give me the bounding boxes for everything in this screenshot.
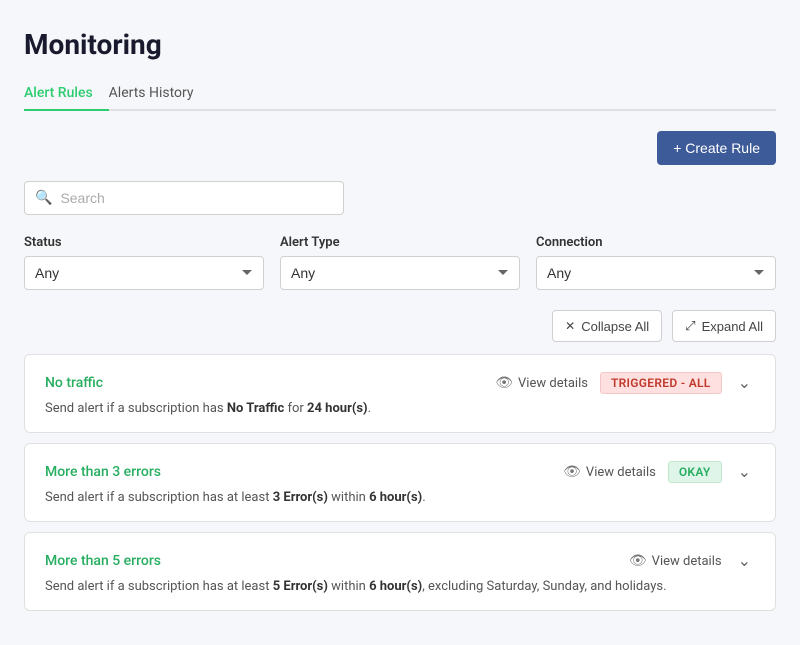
page-container: Monitoring Alert Rules Alerts History + …	[0, 0, 800, 645]
search-container: 🔍	[24, 181, 776, 215]
eye-icon-3: 👁	[629, 553, 647, 569]
alert-card-no-traffic: No traffic 👁 View details TRIGGERED - AL…	[24, 354, 776, 433]
chevron-down-button-5-errors[interactable]: ⌄	[734, 549, 755, 573]
filter-connection-group: Connection Any	[536, 235, 776, 290]
view-details-more-than-5[interactable]: 👁 View details	[629, 553, 722, 569]
chevron-down-button-3-errors[interactable]: ⌄	[734, 460, 755, 484]
filter-alert-type-group: Alert Type Any No Traffic Error Rate	[280, 235, 520, 290]
eye-icon-2: 👁	[563, 464, 581, 480]
collapse-all-label: Collapse All	[581, 319, 649, 334]
view-details-label-2: View details	[586, 465, 656, 480]
alert-list: No traffic 👁 View details TRIGGERED - AL…	[24, 354, 776, 621]
alert-title-more-than-5-errors[interactable]: More than 5 errors	[45, 553, 161, 569]
view-details-more-than-3[interactable]: 👁 View details	[563, 464, 656, 480]
filter-status-label: Status	[24, 235, 264, 250]
badge-okay: OKAY	[668, 461, 722, 483]
search-input-wrap: 🔍	[24, 181, 344, 215]
page-title: Monitoring	[24, 28, 776, 61]
alert-title-more-than-3-errors[interactable]: More than 3 errors	[45, 464, 161, 480]
expand-icon: ⤢	[685, 318, 695, 334]
toolbar: + Create Rule	[24, 131, 776, 165]
alert-desc-more-than-5-errors: Send alert if a subscription has at leas…	[45, 579, 755, 594]
alert-card-more-than-3-errors: More than 3 errors 👁 View details OKAY ⌄…	[24, 443, 776, 522]
alert-card-more-than-5-errors: More than 5 errors 👁 View details ⌄ Send…	[24, 532, 776, 611]
expand-all-button[interactable]: ⤢ Expand All	[672, 310, 776, 342]
alert-card-header-3: More than 5 errors 👁 View details ⌄	[45, 549, 755, 573]
alert-actions-2: 👁 View details OKAY ⌄	[563, 460, 755, 484]
filter-alert-type-label: Alert Type	[280, 235, 520, 250]
eye-icon: 👁	[495, 375, 513, 391]
tabs-container: Alert Rules Alerts History	[24, 77, 776, 111]
alert-title-no-traffic[interactable]: No traffic	[45, 375, 103, 391]
tab-alert-rules[interactable]: Alert Rules	[24, 77, 109, 111]
alert-card-header: No traffic 👁 View details TRIGGERED - AL…	[45, 371, 755, 395]
filters-container: Status Any Triggered Okay Alert Type Any…	[24, 235, 776, 290]
create-rule-button[interactable]: + Create Rule	[657, 131, 776, 165]
filter-alert-type-select[interactable]: Any No Traffic Error Rate	[280, 256, 520, 290]
filter-connection-label: Connection	[536, 235, 776, 250]
badge-triggered: TRIGGERED - ALL	[600, 372, 722, 394]
action-bar: ✕ Collapse All ⤢ Expand All	[24, 310, 776, 342]
filter-connection-select[interactable]: Any	[536, 256, 776, 290]
search-icon: 🔍	[35, 190, 52, 206]
expand-all-label: Expand All	[702, 319, 763, 334]
collapse-all-button[interactable]: ✕ Collapse All	[552, 310, 662, 342]
alert-desc-more-than-3-errors: Send alert if a subscription has at leas…	[45, 490, 755, 505]
view-details-label-3: View details	[652, 554, 722, 569]
tab-alerts-history[interactable]: Alerts History	[109, 77, 210, 111]
search-input[interactable]	[60, 182, 333, 214]
alert-card-header-2: More than 3 errors 👁 View details OKAY ⌄	[45, 460, 755, 484]
collapse-icon: ✕	[565, 319, 575, 333]
alert-actions: 👁 View details TRIGGERED - ALL ⌄	[495, 371, 755, 395]
filter-status-select[interactable]: Any Triggered Okay	[24, 256, 264, 290]
chevron-down-button-no-traffic[interactable]: ⌄	[734, 371, 755, 395]
alert-desc-no-traffic: Send alert if a subscription has No Traf…	[45, 401, 755, 416]
view-details-no-traffic[interactable]: 👁 View details	[495, 375, 588, 391]
filter-status-group: Status Any Triggered Okay	[24, 235, 264, 290]
view-details-label: View details	[518, 376, 588, 391]
alert-actions-3: 👁 View details ⌄	[629, 549, 755, 573]
